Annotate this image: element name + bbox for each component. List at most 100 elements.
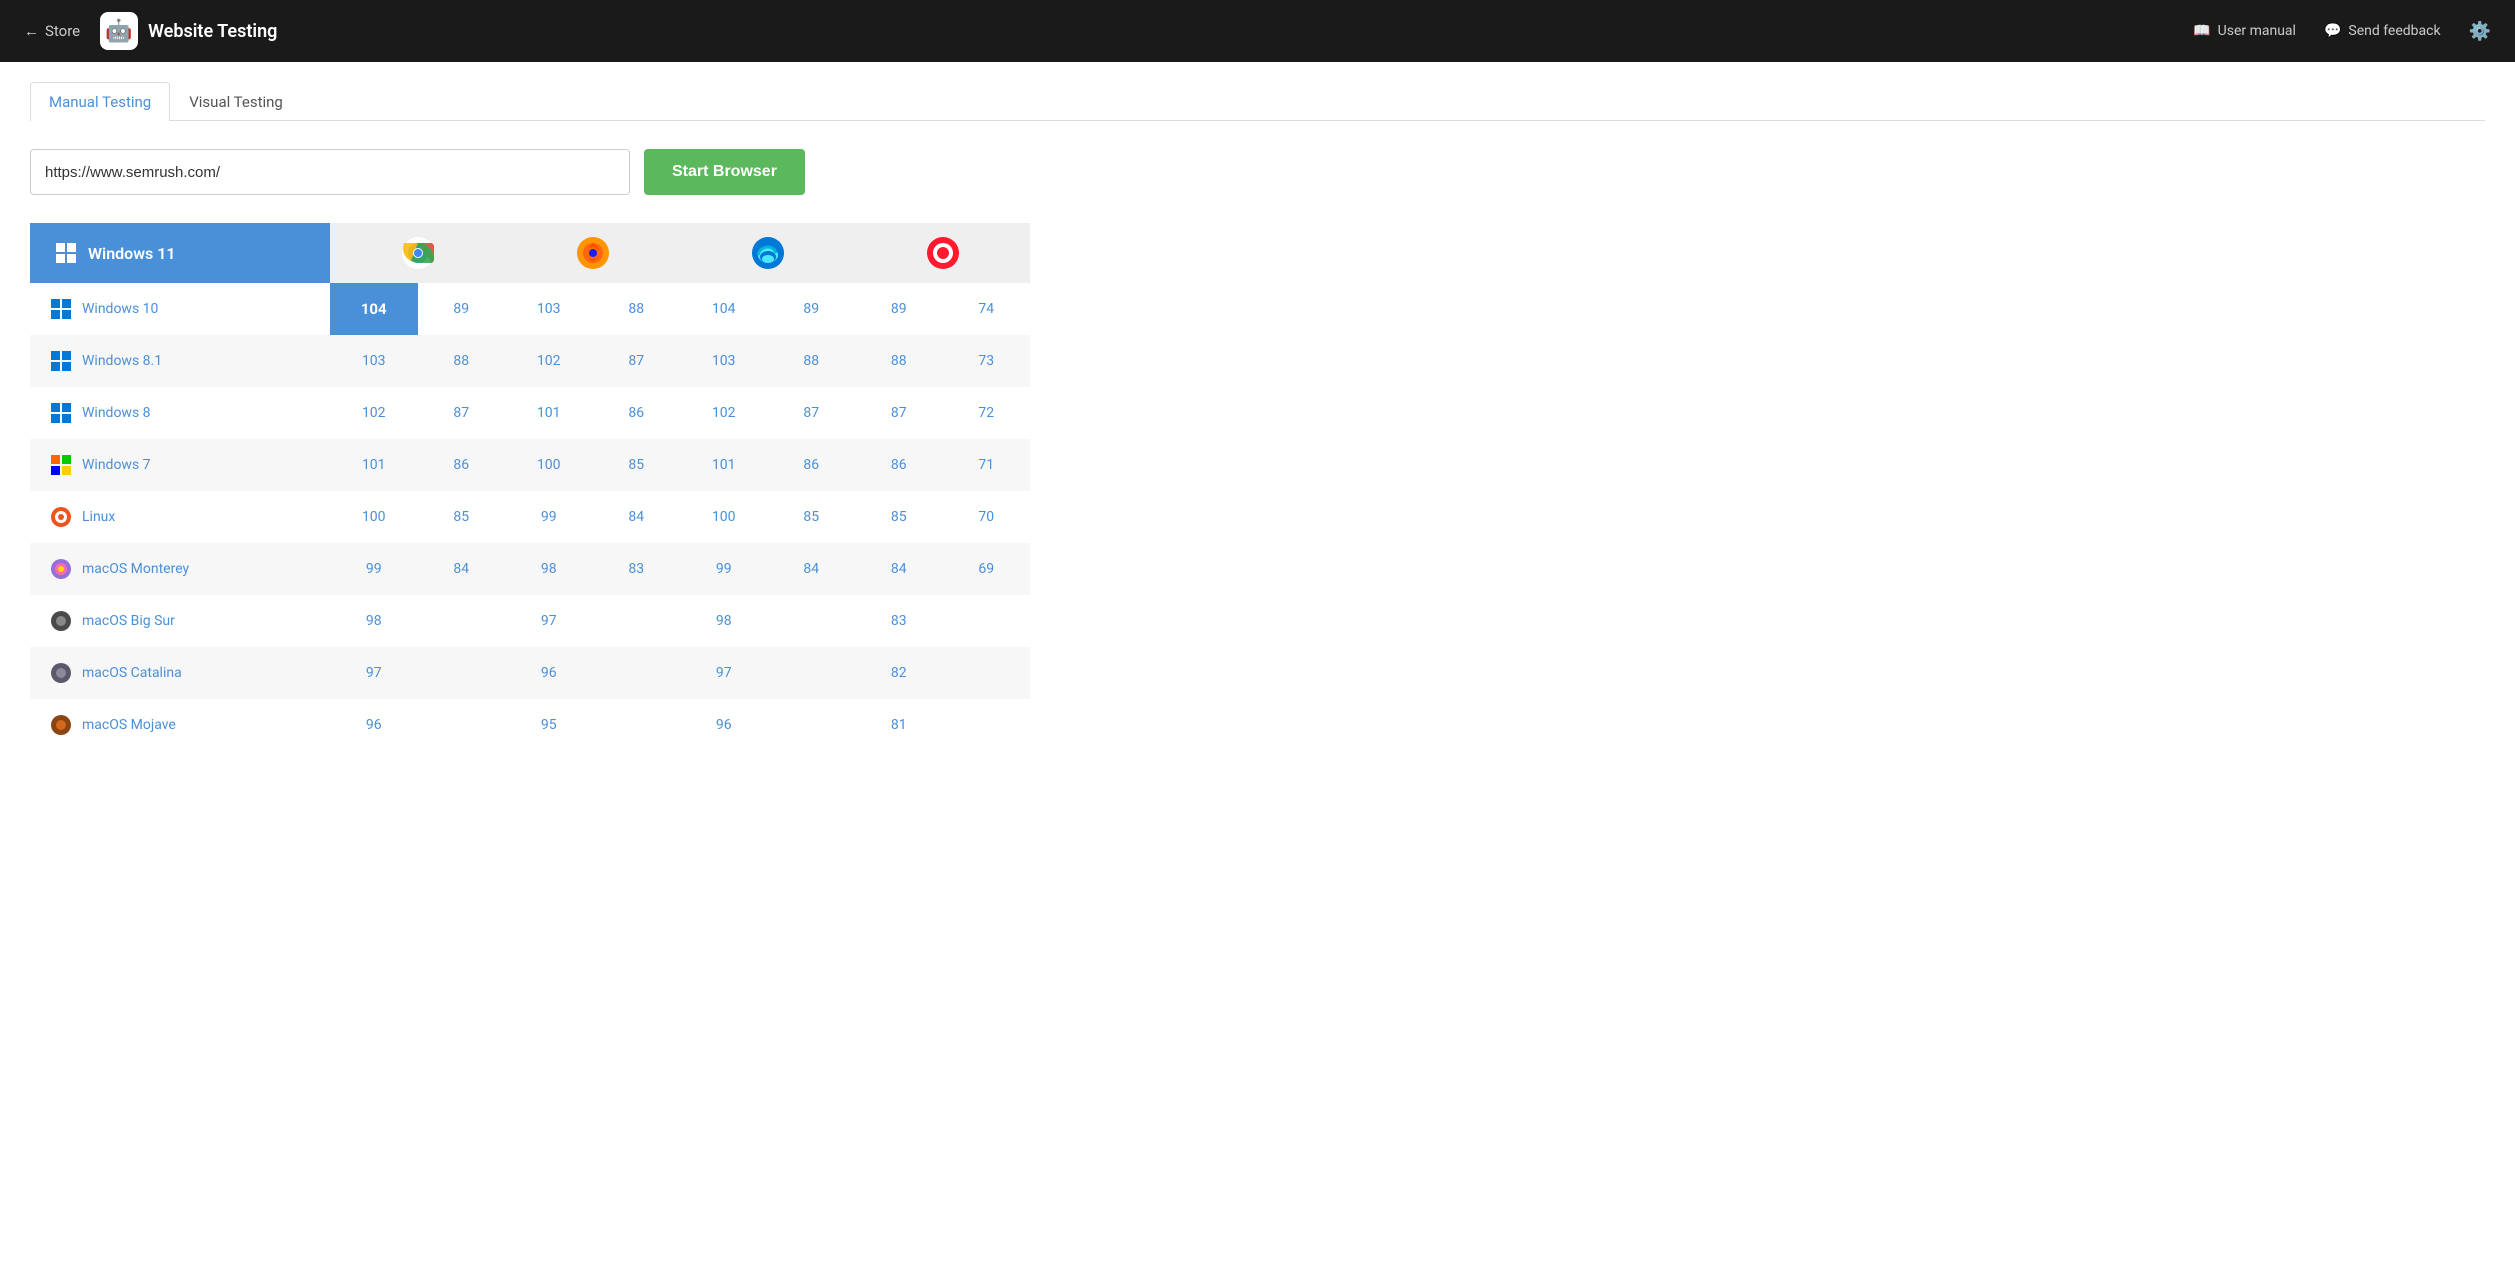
- version-cell[interactable]: 85: [418, 491, 506, 543]
- version-cell[interactable]: 99: [680, 543, 768, 595]
- version-cell[interactable]: [418, 647, 506, 699]
- version-cell[interactable]: 99: [505, 491, 593, 543]
- version-cell[interactable]: 97: [330, 647, 418, 699]
- version-cell[interactable]: [943, 595, 1031, 647]
- version-cell[interactable]: 82: [855, 647, 943, 699]
- version-cell[interactable]: 83: [593, 543, 681, 595]
- os-cell[interactable]: Linux: [30, 491, 330, 543]
- version-cell[interactable]: 71: [943, 439, 1031, 491]
- firefox-icon: [577, 237, 609, 269]
- version-cell[interactable]: 70: [943, 491, 1031, 543]
- version-cell[interactable]: [418, 699, 506, 751]
- version-cell[interactable]: [593, 595, 681, 647]
- version-cell[interactable]: 96: [505, 647, 593, 699]
- version-cell[interactable]: 96: [330, 699, 418, 751]
- version-cell[interactable]: 88: [855, 335, 943, 387]
- version-cell[interactable]: 86: [418, 439, 506, 491]
- table-row: macOS Mojave96959681: [30, 699, 1030, 751]
- back-arrow-icon: ←: [24, 22, 39, 40]
- version-cell[interactable]: 87: [855, 387, 943, 439]
- version-cell[interactable]: [593, 647, 681, 699]
- os-cell[interactable]: Windows 10: [30, 283, 330, 335]
- send-feedback-link[interactable]: 💬 Send feedback: [2324, 23, 2441, 39]
- version-cell[interactable]: 84: [593, 491, 681, 543]
- version-cell[interactable]: 72: [943, 387, 1031, 439]
- version-cell[interactable]: 84: [768, 543, 856, 595]
- version-cell[interactable]: 81: [855, 699, 943, 751]
- start-browser-button[interactable]: Start Browser: [644, 149, 805, 195]
- version-cell[interactable]: 99: [330, 543, 418, 595]
- version-cell[interactable]: 97: [680, 647, 768, 699]
- version-cell[interactable]: [768, 647, 856, 699]
- version-cell[interactable]: 73: [943, 335, 1031, 387]
- version-cell[interactable]: 101: [680, 439, 768, 491]
- windows11-icon: [54, 241, 78, 265]
- version-cell[interactable]: 101: [330, 439, 418, 491]
- version-cell[interactable]: [768, 699, 856, 751]
- version-cell[interactable]: [418, 595, 506, 647]
- version-cell[interactable]: 74: [943, 283, 1031, 335]
- version-cell[interactable]: [943, 647, 1031, 699]
- version-cell[interactable]: 100: [330, 491, 418, 543]
- version-cell[interactable]: 86: [855, 439, 943, 491]
- version-cell[interactable]: [768, 595, 856, 647]
- url-input[interactable]: [30, 149, 630, 195]
- version-cell[interactable]: 85: [593, 439, 681, 491]
- opera-column-header: [855, 223, 1030, 283]
- windows11-header[interactable]: Windows 11: [30, 223, 330, 283]
- version-cell[interactable]: 104: [330, 283, 418, 335]
- version-cell[interactable]: 102: [680, 387, 768, 439]
- os-cell[interactable]: macOS Mojave: [30, 699, 330, 751]
- version-cell[interactable]: 103: [330, 335, 418, 387]
- version-cell[interactable]: 102: [330, 387, 418, 439]
- version-cell[interactable]: 89: [418, 283, 506, 335]
- os-cell[interactable]: Windows 8: [30, 387, 330, 439]
- version-cell[interactable]: 98: [505, 543, 593, 595]
- version-cell[interactable]: 84: [855, 543, 943, 595]
- edge-column-header: [680, 223, 855, 283]
- version-cell[interactable]: 88: [418, 335, 506, 387]
- version-cell[interactable]: 96: [680, 699, 768, 751]
- version-cell[interactable]: 100: [505, 439, 593, 491]
- version-cell[interactable]: 87: [593, 335, 681, 387]
- version-cell[interactable]: 97: [505, 595, 593, 647]
- os-cell[interactable]: macOS Big Sur: [30, 595, 330, 647]
- version-cell[interactable]: 89: [855, 283, 943, 335]
- version-cell[interactable]: 104: [680, 283, 768, 335]
- version-cell[interactable]: 83: [855, 595, 943, 647]
- version-cell[interactable]: 85: [855, 491, 943, 543]
- version-cell[interactable]: 69: [943, 543, 1031, 595]
- version-cell[interactable]: 88: [593, 283, 681, 335]
- os-cell[interactable]: Windows 7: [30, 439, 330, 491]
- tab-manual-testing[interactable]: Manual Testing: [30, 82, 170, 121]
- os-cell[interactable]: Windows 8.1: [30, 335, 330, 387]
- os-cell[interactable]: macOS Catalina: [30, 647, 330, 699]
- version-cell[interactable]: [593, 699, 681, 751]
- os-cell[interactable]: macOS Monterey: [30, 543, 330, 595]
- version-cell[interactable]: [943, 699, 1031, 751]
- version-cell[interactable]: 88: [768, 335, 856, 387]
- user-manual-link[interactable]: 📖 User manual: [2193, 23, 2296, 39]
- version-cell[interactable]: 100: [680, 491, 768, 543]
- store-link[interactable]: ← Store: [24, 22, 80, 40]
- settings-icon[interactable]: ⚙️: [2469, 21, 2491, 42]
- version-cell[interactable]: 86: [768, 439, 856, 491]
- version-cell[interactable]: 103: [680, 335, 768, 387]
- tab-bar: Manual Testing Visual Testing: [30, 82, 2485, 121]
- tab-visual-testing[interactable]: Visual Testing: [170, 82, 302, 121]
- version-cell[interactable]: 86: [593, 387, 681, 439]
- version-cell[interactable]: 102: [505, 335, 593, 387]
- version-cell[interactable]: 89: [768, 283, 856, 335]
- version-cell[interactable]: 87: [768, 387, 856, 439]
- version-cell[interactable]: 85: [768, 491, 856, 543]
- version-cell[interactable]: 87: [418, 387, 506, 439]
- version-cell[interactable]: 84: [418, 543, 506, 595]
- version-cell[interactable]: 103: [505, 283, 593, 335]
- version-cell[interactable]: 95: [505, 699, 593, 751]
- user-manual-icon: 📖: [2193, 23, 2210, 39]
- version-cell[interactable]: 101: [505, 387, 593, 439]
- app-header: ← Store 🤖 Website Testing 📖 User manual …: [0, 0, 2515, 62]
- version-cell[interactable]: 98: [680, 595, 768, 647]
- chrome-column-header: [330, 223, 505, 283]
- version-cell[interactable]: 98: [330, 595, 418, 647]
